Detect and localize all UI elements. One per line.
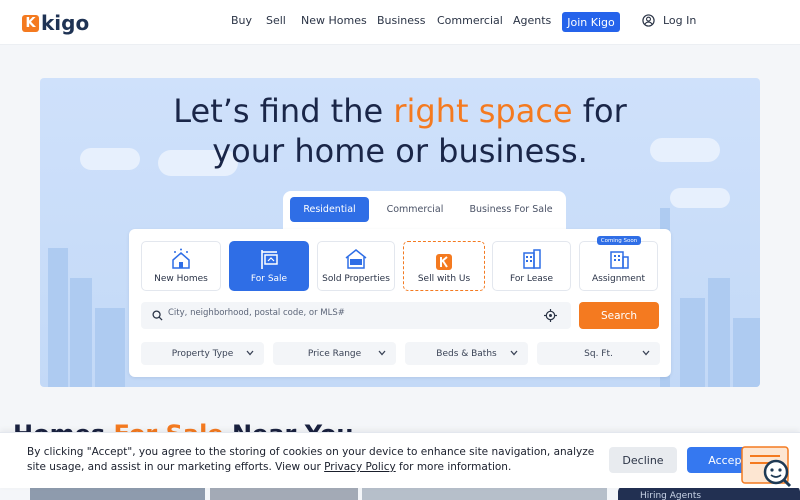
listing-card[interactable]: [210, 486, 358, 500]
nav-business[interactable]: Business: [377, 14, 426, 27]
headline-post: for: [572, 92, 627, 130]
logo-mark-icon: K: [22, 14, 39, 32]
skyline-building: [733, 318, 760, 387]
filter-sq-ft[interactable]: Sq. Ft.: [537, 342, 660, 365]
chevron-down-icon: [246, 350, 254, 356]
nav-new-homes[interactable]: New Homes: [301, 14, 367, 27]
privacy-policy-link[interactable]: Privacy Policy: [324, 461, 396, 473]
category-for-sale[interactable]: For Sale: [229, 241, 309, 291]
category-sell-with-us[interactable]: Sell with Us: [403, 241, 485, 291]
new-homes-icon: [172, 248, 190, 269]
hiring-agents-label: Hiring Agents: [640, 491, 702, 500]
skyline-building: [708, 278, 730, 387]
hero-headline: Let’s find the right space for your home…: [0, 91, 800, 171]
filter-label: Beds & Baths: [436, 348, 497, 359]
login-link[interactable]: Log In: [642, 14, 696, 27]
logo-wordmark: kigo: [41, 11, 90, 35]
tab-residential[interactable]: Residential: [290, 197, 369, 222]
search-field: [141, 302, 571, 329]
help-widget-icon[interactable]: [740, 446, 792, 488]
filter-beds-baths[interactable]: Beds & Baths: [405, 342, 528, 365]
filter-label: Property Type: [171, 348, 234, 359]
coming-soon-badge: Coming Soon: [597, 236, 641, 245]
search-button[interactable]: Search: [579, 302, 659, 329]
decline-button[interactable]: Decline: [609, 447, 677, 473]
category-new-homes[interactable]: New Homes: [141, 241, 221, 291]
tab-business-for-sale[interactable]: Business For Sale: [461, 197, 561, 222]
nav-agents[interactable]: Agents: [513, 14, 551, 27]
sold-house-icon: [345, 249, 367, 269]
filter-label: Sq. Ft.: [584, 348, 613, 359]
for-sale-sign-icon: [261, 250, 278, 269]
category-label: Assignment: [592, 274, 645, 284]
cookie-text-after: for more information.: [395, 461, 512, 473]
kigo-logo-icon: [436, 254, 452, 270]
locate-me-icon[interactable]: [544, 309, 557, 322]
category-label: Sell with Us: [417, 274, 471, 284]
filter-property-type[interactable]: Property Type: [141, 342, 264, 365]
category-for-lease[interactable]: For Lease: [492, 241, 571, 291]
assignment-building-icon: [609, 251, 629, 269]
search-tabs: Residential Commercial Business For Sale: [283, 191, 566, 231]
chevron-down-icon: [510, 350, 518, 356]
join-kigo-button[interactable]: Join Kigo: [562, 12, 620, 32]
listing-card[interactable]: [30, 486, 205, 500]
category-label: For Lease: [509, 274, 554, 284]
site-header: K kigo Buy Sell New Homes Business Comme…: [0, 0, 800, 45]
category-label: For Sale: [250, 274, 288, 284]
search-input[interactable]: [168, 308, 528, 318]
search-icon: [152, 310, 163, 321]
skyline-building: [680, 298, 705, 387]
login-label: Log In: [663, 14, 697, 27]
headline-accent: right space: [393, 92, 573, 130]
cookie-message: By clicking "Accept", you agree to the s…: [27, 445, 597, 475]
category-label: New Homes: [154, 274, 208, 284]
skyline-building: [95, 308, 125, 387]
user-circle-icon: [642, 14, 655, 27]
category-sold-properties[interactable]: Sold Properties: [317, 241, 395, 291]
chevron-down-icon: [642, 350, 650, 356]
headline-line2: your home or business.: [212, 132, 588, 170]
cloud: [670, 188, 730, 208]
category-label: Sold Properties: [322, 274, 390, 284]
listing-card[interactable]: [362, 486, 607, 500]
category-assignment[interactable]: Assignment: [579, 241, 658, 291]
kigo-logo[interactable]: K kigo: [22, 11, 90, 35]
chevron-down-icon: [378, 350, 386, 356]
filter-label: Price Range: [307, 348, 362, 359]
skyline-building: [48, 248, 68, 387]
nav-buy[interactable]: Buy: [231, 14, 252, 27]
nav-commercial[interactable]: Commercial: [437, 14, 503, 27]
tab-commercial[interactable]: Commercial: [375, 197, 455, 222]
headline-pre: Let’s find the: [173, 92, 394, 130]
skyline-building: [70, 278, 92, 387]
filter-price-range[interactable]: Price Range: [273, 342, 396, 365]
lease-building-icon: [522, 249, 541, 269]
nav-sell[interactable]: Sell: [266, 14, 286, 27]
